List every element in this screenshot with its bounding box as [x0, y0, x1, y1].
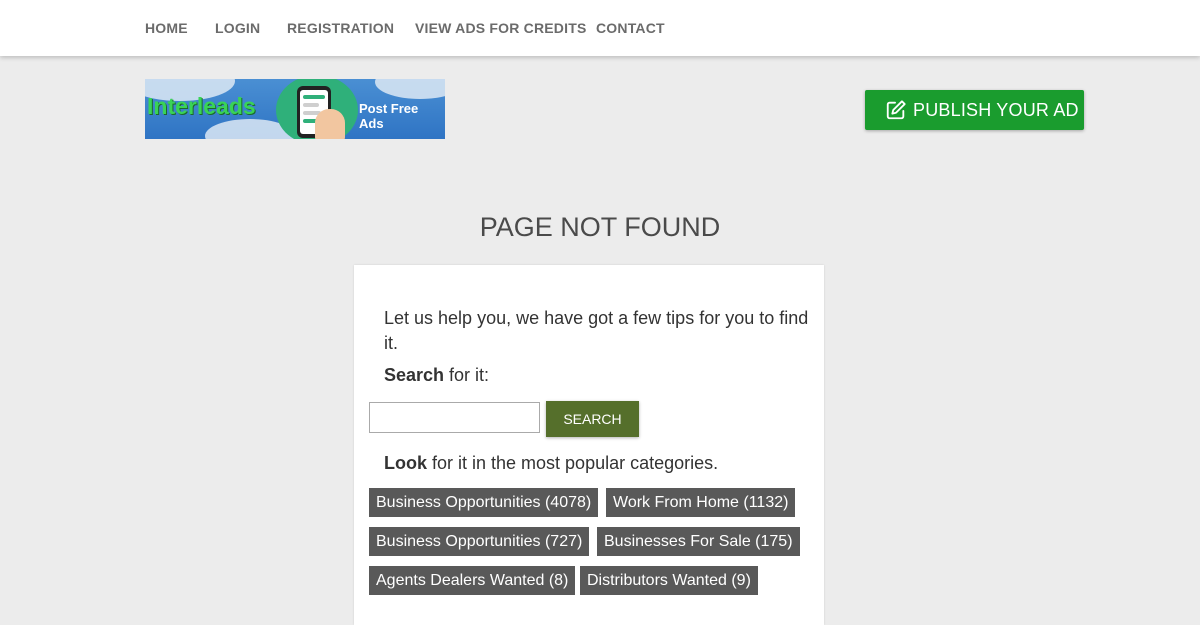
look-prompt-rest: for it in the most popular categories. [427, 453, 719, 473]
help-tips-text: Let us help you, we have got a few tips … [384, 308, 809, 353]
category-businesses-for-sale[interactable]: Businesses For Sale (175) [597, 527, 800, 556]
publish-ad-button[interactable]: PUBLISH YOUR AD [865, 90, 1084, 130]
category-distributors-wanted[interactable]: Distributors Wanted (9) [580, 566, 758, 595]
top-navigation: HOME LOGIN REGISTRATION VIEW ADS FOR CRE… [0, 0, 1200, 56]
category-business-opportunities[interactable]: Business Opportunities (4078) [369, 488, 599, 517]
page-title: PAGE NOT FOUND [479, 212, 721, 242]
nav-view-ads-for-credits[interactable]: VIEW ADS FOR CREDITS [415, 20, 587, 36]
category-work-from-home[interactable]: Work From Home (1132) [606, 488, 796, 517]
cloud-shape [375, 79, 445, 99]
nav-contact[interactable]: CONTACT [596, 20, 665, 36]
logo-brand: Interleads [147, 93, 256, 119]
logo-tagline: Post Free Ads [359, 101, 419, 131]
search-input[interactable] [369, 402, 540, 433]
category-agents-dealers-wanted[interactable]: Agents Dealers Wanted (8) [369, 566, 576, 595]
edit-icon [886, 100, 906, 120]
search-prompt-rest: for it: [444, 365, 490, 385]
publish-ad-label: PUBLISH YOUR AD [913, 100, 1079, 120]
hand-graphic [315, 109, 345, 139]
nav-registration[interactable]: REGISTRATION [287, 20, 394, 36]
nav-login[interactable]: LOGIN [215, 20, 260, 36]
category-business-opportunities-2[interactable]: Business Opportunities (727) [369, 527, 590, 556]
search-prompt-strong: Search [384, 365, 445, 385]
site-logo-banner[interactable]: Interleads Post Free Ads [145, 79, 445, 139]
search-prompt: Search for it: [384, 365, 489, 386]
nav-home[interactable]: HOME [145, 20, 188, 36]
look-prompt: Look for it in the most popular categori… [384, 453, 718, 474]
search-button[interactable]: SEARCH [546, 401, 639, 437]
not-found-card: Let us help you, we have got a few tips … [354, 265, 824, 625]
look-prompt-strong: Look [384, 453, 427, 473]
